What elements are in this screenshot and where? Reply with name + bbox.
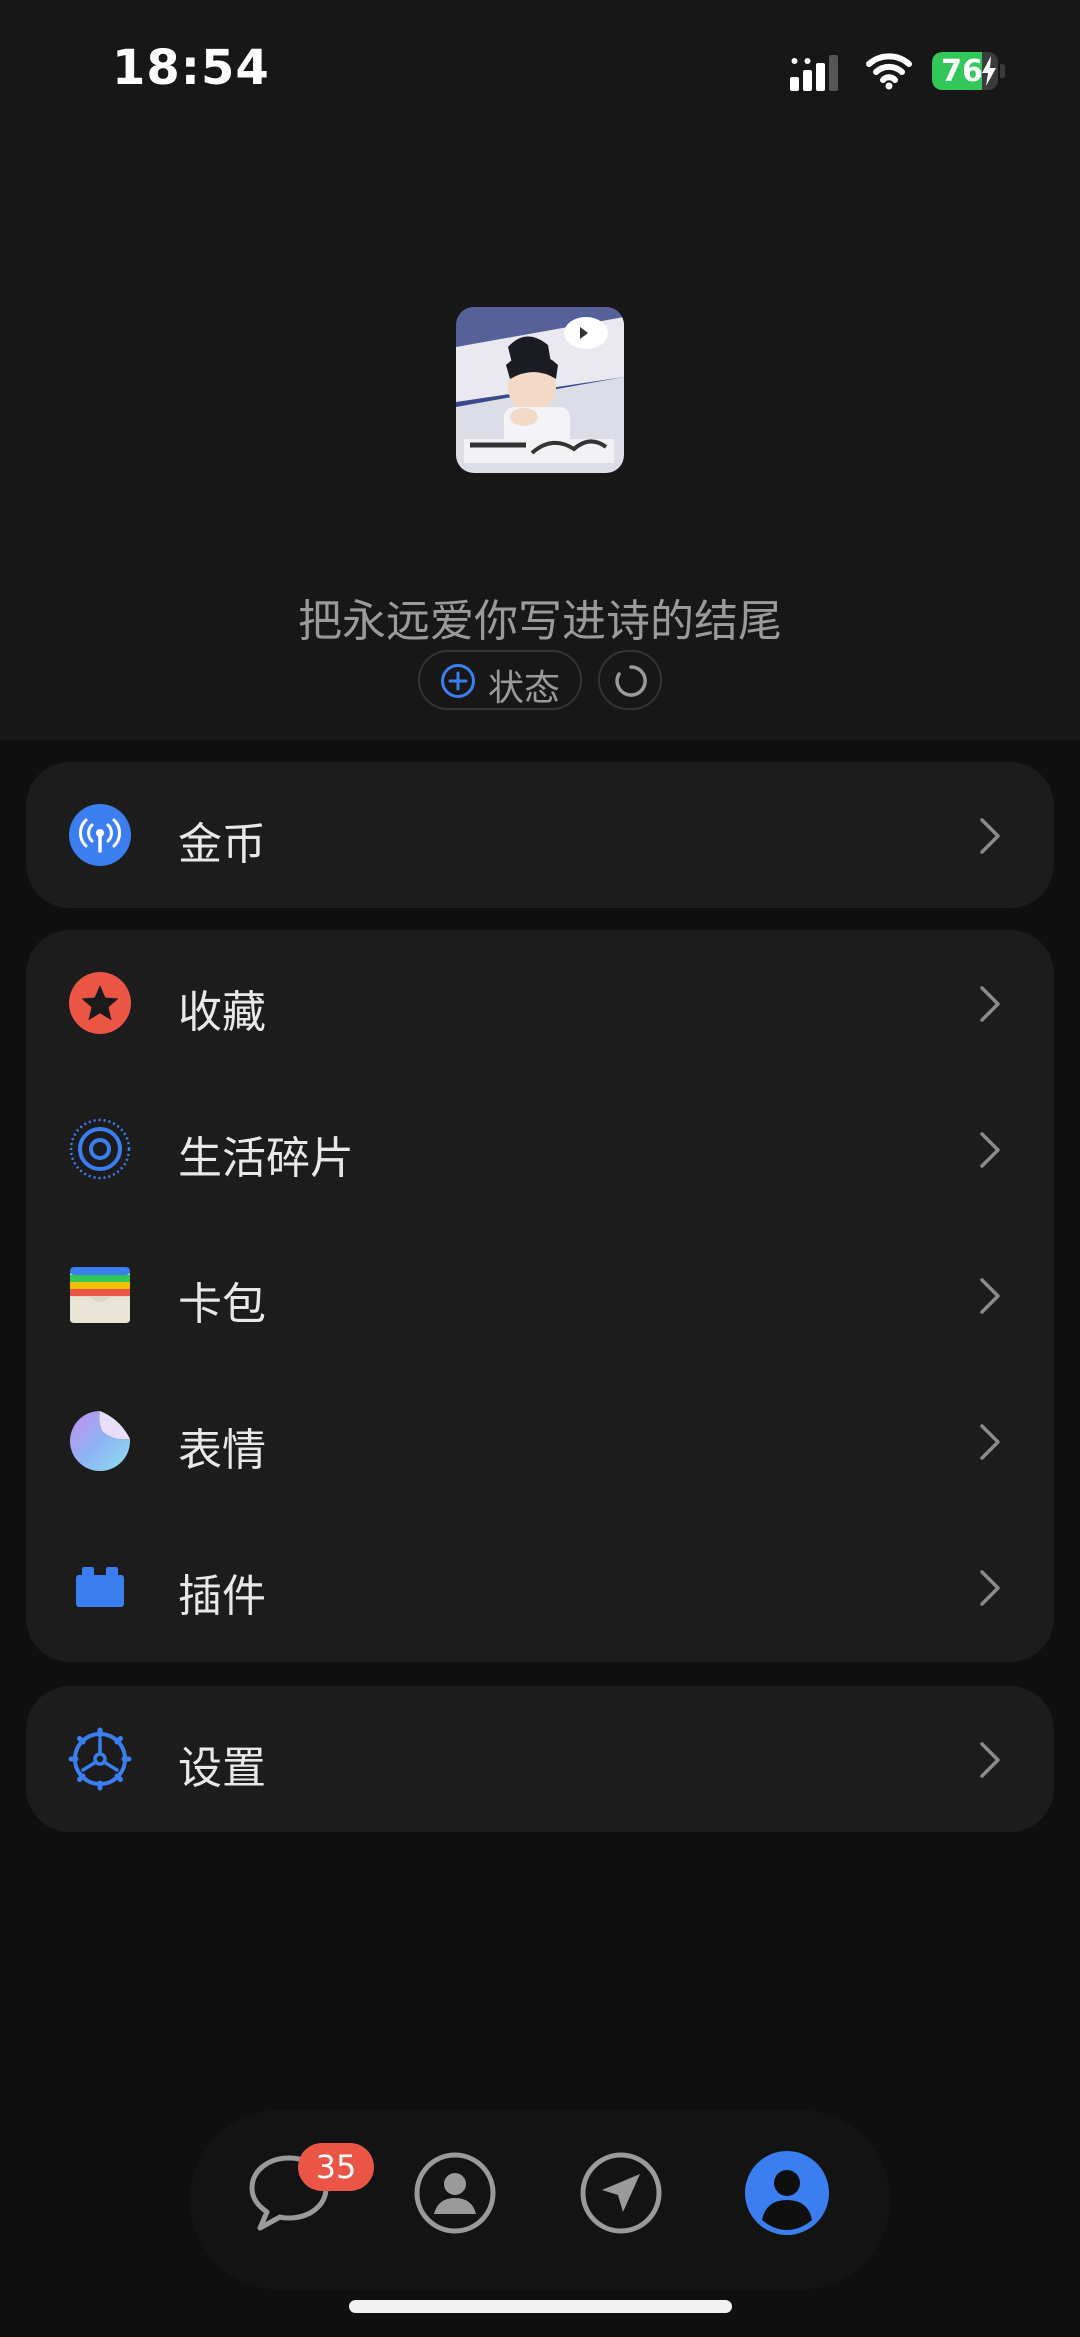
features-card: 收藏 生活碎片 卡包 表情 插件: [26, 930, 1054, 1662]
status-time: 18:54: [112, 40, 270, 96]
chevron-right-icon: [980, 818, 1000, 854]
menu-item-label: 生活碎片: [178, 1133, 354, 1184]
menu-item-label: 收藏: [178, 987, 266, 1038]
menu-item-label: 金币: [178, 819, 266, 870]
status-refresh-button[interactable]: [598, 650, 662, 710]
target-rings-icon: [69, 1118, 131, 1180]
battery-indicator: 76: [932, 52, 1005, 92]
cellular-signal-icon: [790, 55, 838, 91]
menu-item-favorites[interactable]: 收藏: [26, 930, 1054, 1076]
menu-item-label: 设置: [178, 1743, 266, 1794]
settings-card: 设置: [26, 1686, 1054, 1832]
home-indicator[interactable]: [349, 2300, 732, 2313]
chevron-right-icon: [980, 986, 1000, 1022]
chevron-right-icon: [980, 1278, 1000, 1314]
menu-item-stickers[interactable]: 表情: [26, 1368, 1054, 1514]
coins-card: 金币: [26, 762, 1054, 908]
add-circle-icon: [441, 664, 475, 698]
status-bar: 18:54 76: [0, 0, 1080, 140]
coin-broadcast-icon: [69, 804, 131, 866]
menu-item-settings[interactable]: 设置: [26, 1686, 1054, 1832]
chevron-right-icon: [980, 1424, 1000, 1460]
star-icon: [69, 972, 131, 1034]
tab-discover[interactable]: [578, 2150, 664, 2236]
bottom-tab-bar: [190, 2110, 890, 2290]
tab-me[interactable]: [744, 2150, 830, 2236]
status-button-label: 状态: [488, 668, 561, 709]
chevron-right-icon: [980, 1742, 1000, 1778]
menu-item-life-moments[interactable]: 生活碎片: [26, 1076, 1054, 1222]
avatar[interactable]: [456, 307, 624, 473]
set-status-button[interactable]: 状态: [418, 650, 582, 710]
puzzle-block-icon: [76, 1567, 124, 1607]
profile-signature[interactable]: 把永远爱你写进诗的结尾: [0, 585, 1080, 649]
wallet-icon: [70, 1267, 130, 1323]
menu-item-plugins[interactable]: 插件: [26, 1514, 1054, 1660]
gear-icon: [68, 1727, 132, 1791]
chevron-right-icon: [980, 1132, 1000, 1168]
menu-item-label: 卡包: [178, 1279, 266, 1330]
unread-messages-badge: 35: [298, 2143, 374, 2191]
wifi-icon: [866, 53, 912, 90]
menu-item-card-wallet[interactable]: 卡包: [26, 1222, 1054, 1368]
menu-item-label: 表情: [178, 1425, 266, 1476]
chevron-right-icon: [980, 1570, 1000, 1606]
refresh-icon: [615, 665, 647, 697]
charging-bolt-icon: [982, 56, 996, 86]
menu-item-label: 插件: [178, 1571, 266, 1622]
menu-item-coins[interactable]: 金币: [26, 762, 1054, 908]
avatar-illustration: [456, 307, 624, 473]
sticker-icon: [70, 1411, 130, 1471]
tab-contacts[interactable]: [412, 2150, 498, 2236]
